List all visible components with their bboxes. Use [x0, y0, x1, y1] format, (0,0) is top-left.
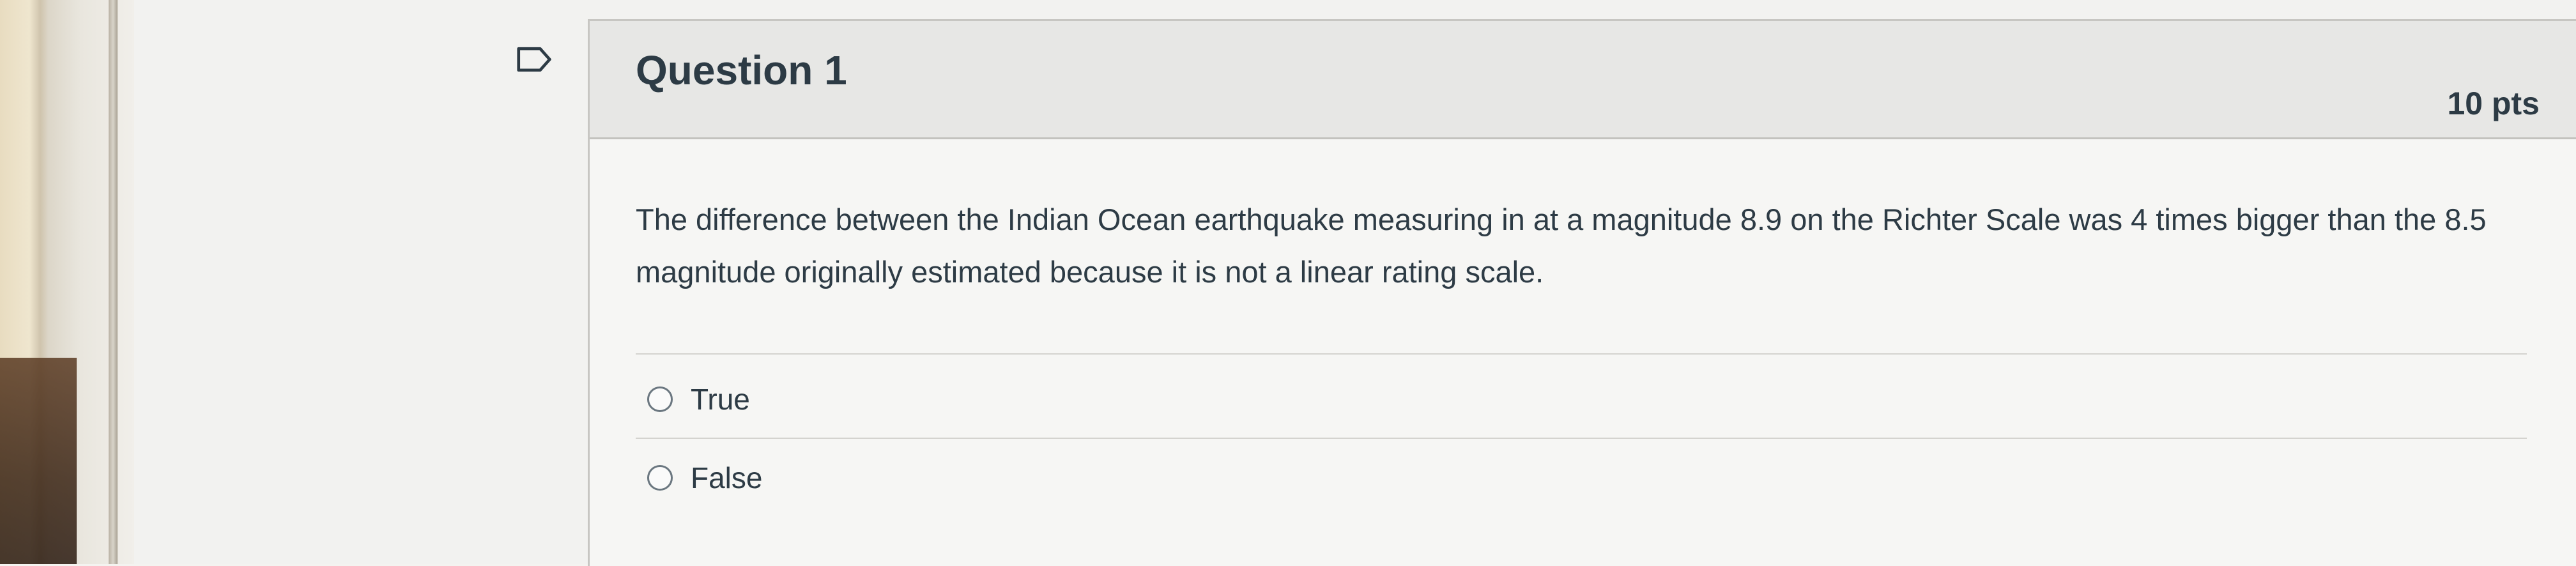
bezel-edge	[109, 0, 118, 564]
answer-label-true: True	[691, 383, 750, 416]
question-title: Question 1	[636, 47, 847, 93]
answers-divider-middle	[636, 438, 2527, 439]
question-card: Question 1 10 pts The difference between…	[588, 19, 2576, 566]
flag-question-button[interactable]	[516, 45, 553, 74]
screen-bezel	[0, 0, 134, 564]
background-wood	[0, 358, 77, 564]
radio-button-icon[interactable]	[647, 465, 673, 491]
question-points: 10 pts	[2447, 86, 2540, 121]
answer-label-false: False	[691, 461, 763, 494]
answer-option-false[interactable]: False	[647, 461, 762, 495]
question-text: The difference between the Indian Ocean …	[636, 203, 2487, 289]
radio-button-icon[interactable]	[647, 386, 673, 412]
answers-divider-top	[636, 353, 2527, 355]
bookmark-flag-icon	[517, 47, 551, 72]
question-header: Question 1 10 pts	[590, 21, 2576, 139]
answer-option-true[interactable]: True	[647, 382, 750, 417]
